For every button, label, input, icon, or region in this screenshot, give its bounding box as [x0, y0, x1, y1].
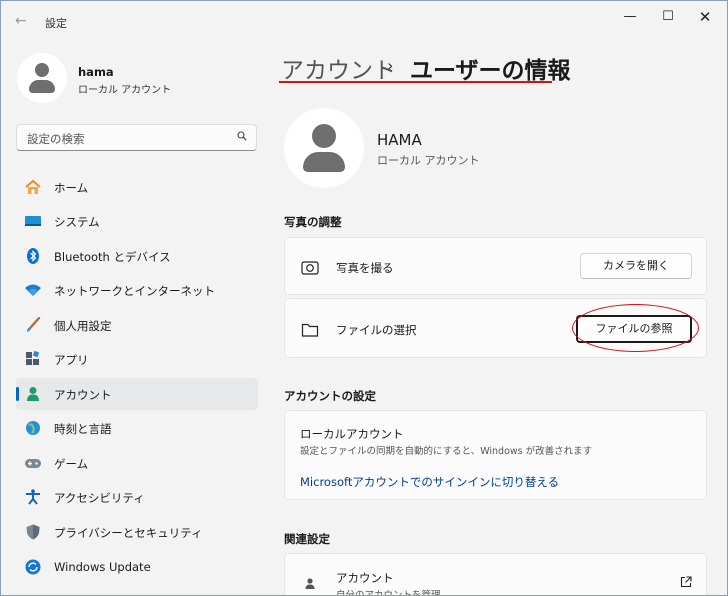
system-icon [25, 216, 41, 226]
nav-label-home: ホーム [54, 181, 89, 195]
switch-to-microsoft-account-link[interactable]: Microsoftアカウントでのサインインに切り替える [300, 474, 559, 490]
nav-label-privacy: プライバシーとセキュリティ [54, 526, 203, 540]
nav-item-windows-update[interactable]: Windows Update [16, 551, 258, 583]
related-account-card[interactable]: アカウント 自分のアカウントを管理 [284, 553, 707, 596]
search-box[interactable]: 設定の検索 [16, 124, 257, 151]
nav-item-system[interactable]: システム [16, 205, 258, 237]
annotation-underline [279, 81, 552, 83]
local-account-title: ローカルアカウント [300, 427, 404, 441]
nav-item-accounts[interactable]: アカウント [16, 378, 258, 410]
windows-update-icon [25, 559, 41, 575]
nav-label-apps: アプリ [54, 353, 89, 367]
close-button[interactable]: ✕ [687, 7, 723, 27]
person-icon [305, 578, 315, 589]
open-camera-button[interactable]: カメラを開く [580, 253, 692, 279]
local-account-card: ローカルアカウント 設定とファイルの同期を自動的にすると、Windows が改善… [284, 410, 707, 500]
app-title: 設定 [45, 17, 67, 30]
related-account-title: アカウント [336, 571, 394, 585]
time-language-icon [26, 421, 40, 435]
breadcrumb-separator: › [387, 56, 394, 75]
nav-label-gaming: ゲーム [54, 457, 89, 471]
profile-avatar[interactable] [17, 53, 67, 103]
annotation-circle [572, 304, 699, 352]
settings-window: ← 設定 — ☐ ✕ hama ローカル アカウント 設定の検索 ホーム システ… [0, 0, 728, 596]
section-title-photo: 写真の調整 [284, 215, 342, 229]
bluetooth-icon [27, 248, 39, 264]
personalization-icon [27, 317, 41, 332]
user-name: HAMA [377, 131, 422, 149]
avatar-head-shape [312, 124, 336, 148]
section-title-account: アカウントの設定 [284, 389, 376, 403]
nav-item-accessibility[interactable]: アクセシビリティ [16, 481, 258, 513]
nav-item-time-language[interactable]: 時刻と言語 [16, 412, 258, 444]
profile-name: hama [78, 65, 114, 79]
choose-file-label: ファイルの選択 [336, 323, 417, 337]
avatar-body-shape [29, 80, 55, 93]
nav-label-personalization: 個人用設定 [54, 319, 112, 333]
avatar-body-shape [303, 152, 345, 172]
camera-icon [301, 261, 319, 275]
user-avatar [284, 108, 364, 188]
account-icon [27, 387, 39, 401]
nav-label-bluetooth: Bluetooth とデバイス [54, 250, 171, 264]
nav-item-personalization[interactable]: 個人用設定 [16, 309, 258, 341]
title-bar: ← 設定 — ☐ ✕ [1, 1, 727, 41]
active-indicator [16, 387, 19, 401]
nav-label-windows-update: Windows Update [54, 560, 151, 574]
nav-item-privacy[interactable]: プライバシーとセキュリティ [16, 516, 258, 548]
apps-icon [26, 351, 40, 365]
minimize-button[interactable]: — [612, 7, 648, 27]
section-title-related: 関連設定 [284, 532, 330, 546]
page-title: ユーザーの情報 [410, 58, 571, 84]
back-arrow-icon[interactable]: ← [15, 13, 31, 29]
avatar-head-shape [35, 63, 49, 77]
take-photo-label: 写真を撮る [336, 261, 394, 275]
nav-label-accessibility: アクセシビリティ [54, 491, 145, 505]
nav-item-network[interactable]: ネットワークとインターネット [16, 274, 258, 306]
nav-item-apps[interactable]: アプリ [16, 343, 258, 375]
take-photo-card: 写真を撮る カメラを開く [284, 237, 707, 295]
nav-label-time-language: 時刻と言語 [54, 422, 112, 436]
breadcrumb-parent[interactable]: アカウント [281, 51, 396, 85]
external-link-icon [680, 576, 692, 588]
maximize-button[interactable]: ☐ [650, 7, 686, 27]
search-placeholder: 設定の検索 [27, 132, 85, 146]
nav-item-gaming[interactable]: ゲーム [16, 447, 258, 479]
related-account-subtitle: 自分のアカウントを管理 [336, 590, 441, 596]
local-account-description: 設定とファイルの同期を自動的にすると、Windows が改善されます [300, 446, 593, 457]
search-icon [237, 131, 247, 141]
folder-icon [301, 323, 319, 337]
user-account-type: ローカル アカウント [377, 154, 480, 167]
gaming-icon [25, 459, 41, 468]
nav-label-system: システム [54, 215, 100, 229]
nav-label-network: ネットワークとインターネット [54, 284, 215, 298]
nav-label-accounts: アカウント [54, 388, 112, 402]
nav-item-home[interactable]: ホーム [16, 171, 258, 203]
network-icon [25, 284, 41, 296]
accessibility-icon [26, 489, 40, 505]
profile-account-type: ローカル アカウント [78, 85, 172, 96]
nav-item-bluetooth[interactable]: Bluetooth とデバイス [16, 240, 258, 272]
home-icon [25, 179, 41, 194]
privacy-shield-icon [26, 524, 40, 540]
